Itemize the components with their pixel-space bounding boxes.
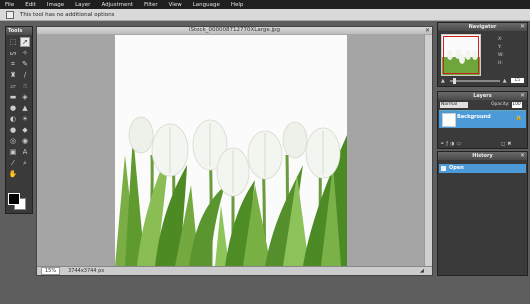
close-icon[interactable]: ✕ xyxy=(520,92,525,100)
brush-icon[interactable]: ∕ xyxy=(20,70,30,80)
navigator-thumbnail[interactable] xyxy=(441,34,481,76)
foreground-color-swatch[interactable] xyxy=(8,193,20,205)
menu-image[interactable]: Image xyxy=(42,2,70,8)
menu-layer[interactable]: Layer xyxy=(70,2,96,8)
close-icon[interactable]: ✕ xyxy=(520,23,525,31)
navigator-zoom-row: ▲ ▲ 15 xyxy=(441,77,524,84)
tools-title: Tools xyxy=(6,27,32,35)
layers-footer: ⚭ ƒ ◑ ▭ ◻ ✖ xyxy=(438,140,527,148)
marquee-icon[interactable]: ⬚ xyxy=(8,37,18,47)
lock-icon: 🔒 xyxy=(515,115,522,121)
shape-icon[interactable]: ▣ xyxy=(8,147,18,157)
zoom-slider-knob[interactable] xyxy=(452,77,456,84)
zoom-icon[interactable]: ⌕ xyxy=(20,158,30,168)
mask-icon[interactable]: ◑ xyxy=(450,141,454,147)
zoom-in-icon[interactable]: ▲ xyxy=(503,78,507,84)
opacity-label: Opacity: xyxy=(491,102,510,107)
history-item[interactable]: Open xyxy=(439,164,526,173)
nav-x-label: X: xyxy=(498,37,503,42)
layer-style-icon[interactable]: ƒ xyxy=(446,141,448,147)
blur-icon[interactable]: ● xyxy=(8,103,18,113)
zoom-out-icon[interactable]: ▲ xyxy=(441,78,445,84)
history-title: History ✕ xyxy=(438,152,527,160)
navigator-title: Navigator ✕ xyxy=(438,23,527,31)
dodge-icon[interactable]: ◐ xyxy=(8,114,18,124)
nav-h-label: H: xyxy=(498,61,503,66)
menu-view[interactable]: View xyxy=(164,2,188,8)
sponge-icon[interactable]: ● xyxy=(8,125,18,135)
photo-canvas[interactable] xyxy=(115,35,347,266)
resize-grip-icon[interactable]: ◢ xyxy=(420,268,424,274)
nav-w-label: W: xyxy=(498,53,504,58)
history-title-text: History xyxy=(472,153,493,159)
zoom-slider[interactable] xyxy=(449,77,500,84)
layer-name: Background xyxy=(457,114,491,120)
layer-thumbnail xyxy=(442,113,456,127)
close-icon[interactable]: ✕ xyxy=(520,152,525,160)
image-title: iStock_000008712770XLarge.jpg xyxy=(189,27,280,33)
layers-panel: Layers ✕ Normal Opacity: 100 Background … xyxy=(437,91,528,149)
menu-adjustment[interactable]: Adjustment xyxy=(96,2,139,8)
folder-icon[interactable]: ▭ xyxy=(456,141,461,147)
layers-toolbar: Normal Opacity: 100 xyxy=(438,100,527,109)
opacity-input[interactable]: 100 xyxy=(511,101,522,108)
move-icon[interactable]: ➚ xyxy=(20,37,30,47)
zoom-field[interactable]: 15% xyxy=(41,267,61,275)
close-icon[interactable]: ✕ xyxy=(425,27,430,34)
nav-y-label: Y: xyxy=(498,45,502,50)
history-open-icon xyxy=(441,166,446,171)
layer-row[interactable]: Background 🔒 xyxy=(439,110,526,128)
eraser-icon[interactable]: ▱ xyxy=(8,81,18,91)
redeye-icon[interactable]: ◎ xyxy=(8,136,18,146)
image-status-bar: 15% 3744x3744 px ◢ xyxy=(37,266,432,275)
menu-bar: File Edit Image Layer Adjustment Filter … xyxy=(0,0,530,9)
navigator-zoom-input[interactable]: 15 xyxy=(510,78,524,83)
tool-grid: ⬚ ➚ ᔕ ✧ ⌗ ✎ ♜ ∕ ▱ ☝ ▬ ◈ ● ▲ ◐ ☀ ● ◆ ◎ ◉ … xyxy=(6,35,32,179)
image-title-bar[interactable]: iStock_000008712770XLarge.jpg ✕ xyxy=(37,27,432,34)
sharpen-icon[interactable]: ▲ xyxy=(20,103,30,113)
blend-mode-select[interactable]: Normal xyxy=(440,101,468,108)
hand-icon[interactable]: ✋ xyxy=(8,169,18,179)
image-dimensions: 3744x3744 px xyxy=(68,268,105,274)
text-icon[interactable]: A xyxy=(20,147,30,157)
eyedropper-icon[interactable]: ⁄ xyxy=(8,158,18,168)
history-item-label: Open xyxy=(449,165,464,171)
new-layer-icon[interactable]: ◻ xyxy=(501,141,505,147)
fill-icon[interactable]: ◈ xyxy=(20,92,30,102)
options-bar: This tool has no additional options xyxy=(0,9,530,21)
stamp-icon[interactable]: ♜ xyxy=(8,70,18,80)
viewport-indicator[interactable] xyxy=(443,36,479,74)
menu-edit[interactable]: Edit xyxy=(20,2,42,8)
navigator-panel: Navigator ✕ X: Y: W: H: ▲ ▲ 15 xyxy=(437,22,528,87)
tool-option-icon xyxy=(6,10,14,19)
navigator-info: X: Y: W: H: xyxy=(498,36,504,68)
canvas-area[interactable] xyxy=(39,35,431,266)
image-window: iStock_000008712770XLarge.jpg ✕ 15% 3744… xyxy=(36,26,433,276)
smudge-icon[interactable]: ☝ xyxy=(20,81,30,91)
lasso-icon[interactable]: ᔕ xyxy=(8,48,18,58)
layers-title-text: Layers xyxy=(473,93,492,99)
menu-language[interactable]: Language xyxy=(188,2,226,8)
tulip-photo xyxy=(115,35,347,266)
pencil-icon[interactable]: ✎ xyxy=(20,59,30,69)
link-layers-icon[interactable]: ⚭ xyxy=(440,141,444,147)
history-panel: History ✕ Open xyxy=(437,151,528,276)
menu-file[interactable]: File xyxy=(0,2,20,8)
options-message: This tool has no additional options xyxy=(20,11,115,18)
layers-title: Layers ✕ xyxy=(438,92,527,100)
delete-layer-icon[interactable]: ✖ xyxy=(507,141,511,147)
navigator-title-text: Navigator xyxy=(468,24,497,30)
spot-heal-icon[interactable]: ◉ xyxy=(20,136,30,146)
crop-icon[interactable]: ⌗ xyxy=(8,59,18,69)
replace-icon[interactable]: ◆ xyxy=(20,125,30,135)
menu-filter[interactable]: Filter xyxy=(139,2,164,8)
tools-panel: Tools ⬚ ➚ ᔕ ✧ ⌗ ✎ ♜ ∕ ▱ ☝ ▬ ◈ ● ▲ ◐ ☀ ● … xyxy=(5,26,33,214)
burn-icon[interactable]: ☀ xyxy=(20,114,30,124)
vertical-scrollbar[interactable] xyxy=(424,35,432,266)
gradient-icon[interactable]: ▬ xyxy=(8,92,18,102)
wand-icon[interactable]: ✧ xyxy=(20,48,30,58)
menu-help[interactable]: Help xyxy=(226,2,250,8)
